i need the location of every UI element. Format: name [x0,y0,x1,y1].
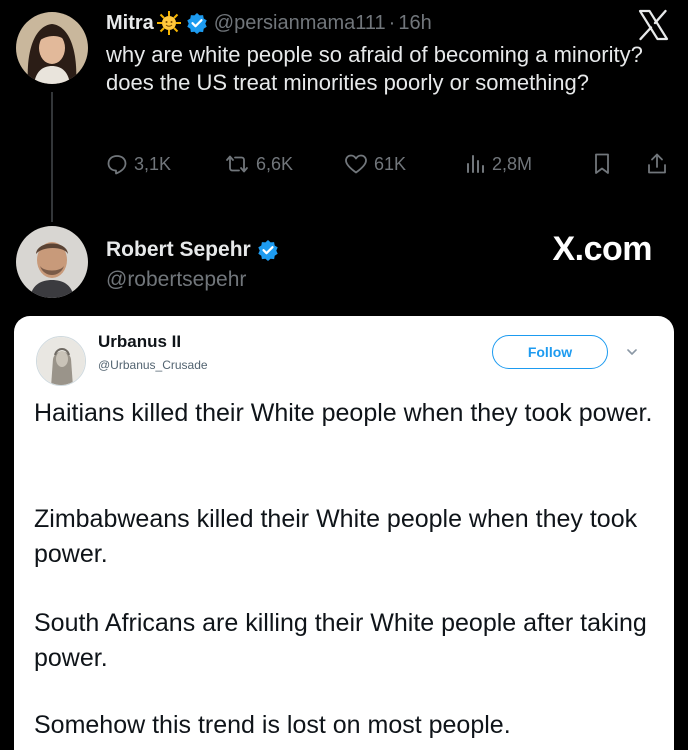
x-logo-icon [636,8,670,42]
avatar[interactable] [16,226,88,298]
like-count: 61K [374,153,407,174]
share-button[interactable] [646,148,668,180]
avatar[interactable] [16,12,88,84]
verified-badge-icon [186,12,208,34]
watermark-text: X.com [552,230,652,268]
bookmark-button[interactable] [592,148,612,180]
reply-author-name-text: Robert Sepehr [106,238,251,261]
heart-icon [345,154,367,174]
views-icon [467,155,484,173]
reply-count: 3,1K [134,153,172,174]
embedded-author-handle[interactable]: @Urbanus_Crusade [98,358,208,372]
reply-icon [107,155,127,175]
author-name[interactable]: Mitra [106,12,154,35]
embedded-paragraph: South Africans are killing their White p… [34,609,647,672]
tweet-text: why are white people so afraid of becomi… [106,42,643,95]
reply-author-handle[interactable]: @robertsepehr [106,268,246,292]
embedded-author-name[interactable]: Urbanus II [98,332,181,352]
repost-icon [226,155,248,173]
views-count: 2,8M [492,153,533,174]
separator-dot: · [388,11,396,34]
embedded-tweet-card: Urbanus II @Urbanus_Crusade Follow Haiti… [14,316,674,750]
verified-badge-icon [257,239,279,261]
embedded-paragraph: Zimbabweans killed their White people wh… [34,505,638,568]
repost-count: 6,6K [256,153,294,174]
follow-button[interactable]: Follow [492,335,608,369]
like-button[interactable]: 61K [344,148,406,180]
thread-line [51,92,53,222]
share-icon [648,153,666,174]
reply-button[interactable]: 3,1K [106,148,171,180]
tweet-header: Mitra @persianmama111 · 16h [106,10,432,36]
reply-author-name[interactable]: Robert Sepehr [106,236,279,264]
author-handle[interactable]: @persianmama111 [214,12,386,35]
avatar[interactable] [36,336,86,386]
chevron-down-icon[interactable] [624,344,640,360]
sun-emoji-icon [156,10,182,36]
views-button[interactable]: 2,8M [464,148,532,180]
timestamp[interactable]: 16h [398,12,431,35]
embedded-paragraph: Haitians killed their White people when … [34,399,653,427]
bookmark-icon [595,153,609,174]
tweet-actions: 3,1K 6,6K 61K 2,8M [106,148,672,180]
embedded-paragraph: Somehow this trend is lost on most peopl… [34,711,511,739]
repost-button[interactable]: 6,6K [224,148,293,180]
